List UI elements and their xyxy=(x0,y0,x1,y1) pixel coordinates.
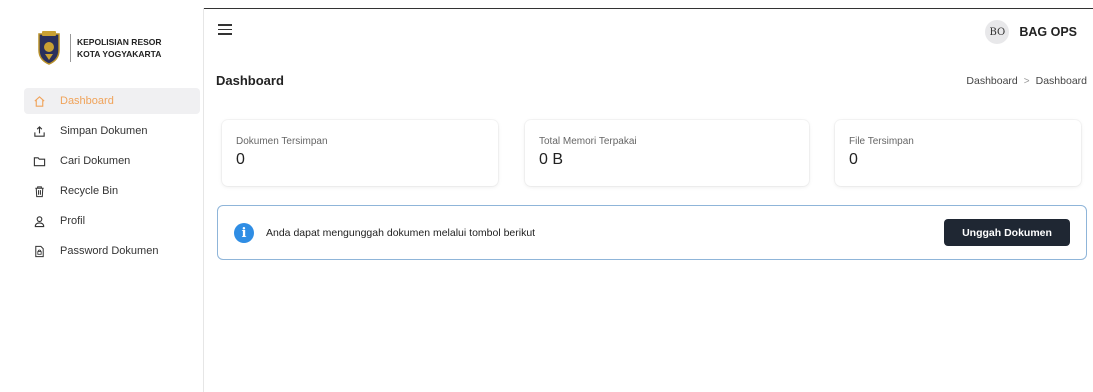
brand-line-1: KEPOLISIAN RESOR xyxy=(77,37,162,47)
upload-info-alert: i Anda dapat mengunggah dokumen melalui … xyxy=(217,205,1087,260)
sidebar: KEPOLISIAN RESOR KOTA YOGYAKARTA Dashboa… xyxy=(8,8,204,392)
stat-label: Total Memori Terpakai xyxy=(539,136,637,147)
stat-card-total-memori: Total Memori Terpakai 0 B xyxy=(525,120,809,186)
stat-card-file-tersimpan: File Tersimpan 0 xyxy=(835,120,1081,186)
info-text: Anda dapat mengunggah dokumen melalui to… xyxy=(266,227,536,239)
user-menu[interactable]: BO BAG OPS xyxy=(985,20,1077,44)
page-title: Dashboard xyxy=(216,73,284,88)
brand-name: KEPOLISIAN RESOR KOTA YOGYAKARTA xyxy=(77,36,162,60)
upload-icon xyxy=(32,124,46,138)
brand-line-2: KOTA YOGYAKARTA xyxy=(77,49,162,59)
breadcrumb-current: Dashboard xyxy=(1035,75,1087,87)
user-icon xyxy=(32,214,46,228)
upload-document-button[interactable]: Unggah Dokumen xyxy=(944,219,1070,246)
stat-value: 0 B xyxy=(539,151,564,168)
file-lock-icon xyxy=(32,244,46,258)
sidebar-item-label: Dashboard xyxy=(60,95,114,107)
brand-divider xyxy=(70,34,71,62)
sidebar-item-label: Profil xyxy=(60,215,86,227)
chevron-right-icon: > xyxy=(1023,75,1030,87)
brand: KEPOLISIAN RESOR KOTA YOGYAKARTA xyxy=(36,30,162,66)
breadcrumb-link-dashboard[interactable]: Dashboard xyxy=(966,75,1017,87)
sidebar-item-cari-dokumen[interactable]: Cari Dokumen xyxy=(24,148,200,174)
sidebar-item-password-dokumen[interactable]: Password Dokumen xyxy=(24,238,200,264)
menu-toggle-icon[interactable] xyxy=(218,24,232,36)
sidebar-item-simpan-dokumen[interactable]: Simpan Dokumen xyxy=(24,118,200,144)
breadcrumb: Dashboard > Dashboard xyxy=(966,75,1087,87)
folder-icon xyxy=(32,154,46,168)
sidebar-item-label: Simpan Dokumen xyxy=(60,125,148,137)
sidebar-item-label: Password Dokumen xyxy=(60,245,159,257)
sidebar-item-recycle-bin[interactable]: Recycle Bin xyxy=(24,178,200,204)
sidebar-item-dashboard[interactable]: Dashboard xyxy=(24,88,200,114)
stat-card-dokumen-tersimpan: Dokumen Tersimpan 0 xyxy=(222,120,498,186)
sidebar-item-label: Recycle Bin xyxy=(60,185,119,197)
sidebar-item-label: Cari Dokumen xyxy=(60,155,131,167)
trash-icon xyxy=(32,184,46,198)
sidebar-item-profil[interactable]: Profil xyxy=(24,208,200,234)
home-icon xyxy=(32,94,46,108)
stat-value: 0 xyxy=(849,151,858,168)
stat-value: 0 xyxy=(236,151,245,168)
username: BAG OPS xyxy=(1019,25,1077,39)
stat-label: Dokumen Tersimpan xyxy=(236,136,328,147)
sidebar-nav: Dashboard Simpan Dokumen Cari Dokumen Re… xyxy=(24,88,200,268)
stat-label: File Tersimpan xyxy=(849,136,914,147)
info-icon: i xyxy=(234,223,254,243)
police-emblem-logo xyxy=(38,31,60,65)
avatar: BO xyxy=(985,20,1010,44)
